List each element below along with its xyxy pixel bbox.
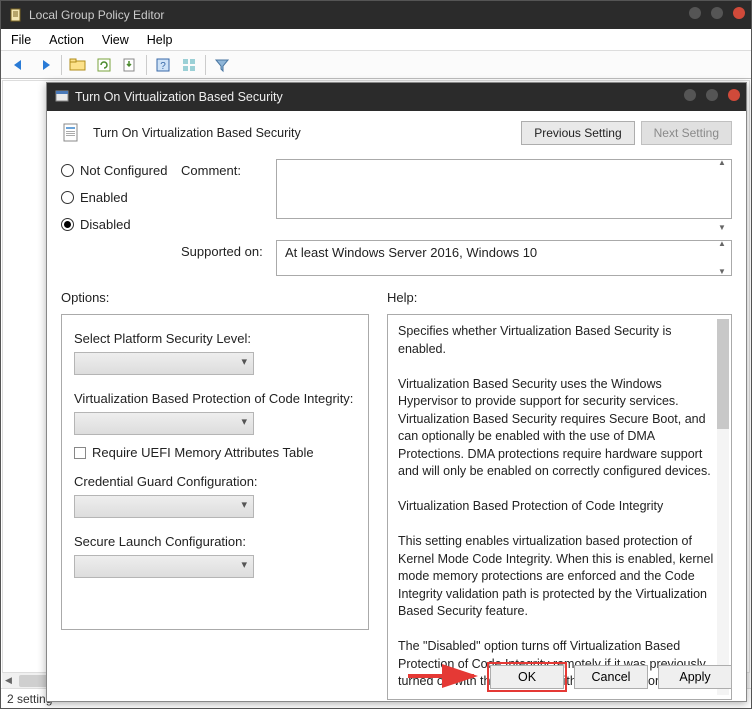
option-vbprot-label: Virtualization Based Protection of Code … xyxy=(74,391,356,406)
option-credguard-select[interactable] xyxy=(74,495,254,518)
option-vbprot-select[interactable] xyxy=(74,412,254,435)
radio-label: Enabled xyxy=(80,190,128,205)
maximize-button[interactable] xyxy=(711,7,723,19)
menu-file[interactable]: File xyxy=(11,33,31,47)
dialog-titlebar[interactable]: Turn On Virtualization Based Security xyxy=(47,83,746,111)
comment-label: Comment: xyxy=(181,159,276,232)
option-platform-level-label: Select Platform Security Level: xyxy=(74,331,356,346)
options-panel: Select Platform Security Level: Virtuali… xyxy=(61,314,369,630)
comment-textarea[interactable] xyxy=(276,159,732,219)
toolbar-filter-icon[interactable] xyxy=(210,54,234,76)
dialog-icon xyxy=(55,89,69,106)
supported-on-field: At least Windows Server 2016, Windows 10 xyxy=(276,240,732,276)
setting-icon xyxy=(61,122,83,144)
radio-icon xyxy=(61,191,74,204)
menu-help[interactable]: Help xyxy=(147,33,173,47)
radio-icon xyxy=(61,218,74,231)
annotation-arrow xyxy=(404,661,484,691)
option-secure-launch-select[interactable] xyxy=(74,555,254,578)
option-uefi-checkbox-row[interactable]: Require UEFI Memory Attributes Table xyxy=(74,445,356,460)
help-panel: Specifies whether Virtualization Based S… xyxy=(387,314,732,700)
toolbar-grid-icon[interactable] xyxy=(177,54,201,76)
supported-label: Supported on: xyxy=(181,234,276,276)
help-p3: Virtualization Based Protection of Code … xyxy=(398,498,721,516)
checkbox-icon xyxy=(74,447,86,459)
ok-button[interactable]: OK xyxy=(490,665,564,689)
radio-icon xyxy=(61,164,74,177)
radio-enabled[interactable]: Enabled xyxy=(61,190,181,205)
toolbar-export-icon[interactable] xyxy=(118,54,142,76)
menubar: File Action View Help xyxy=(1,29,751,51)
svg-text:?: ? xyxy=(160,61,166,72)
help-p1: Specifies whether Virtualization Based S… xyxy=(398,323,721,358)
help-p2: Virtualization Based Security uses the W… xyxy=(398,376,721,481)
toolbar-refresh-icon[interactable] xyxy=(92,54,116,76)
radio-not-configured[interactable]: Not Configured xyxy=(61,163,181,178)
help-p4: This setting enables virtualization base… xyxy=(398,533,721,621)
option-credguard-label: Credential Guard Configuration: xyxy=(74,474,356,489)
minimize-button[interactable] xyxy=(689,7,701,19)
dialog-maximize-button[interactable] xyxy=(706,89,718,101)
parent-titlebar[interactable]: Local Group Policy Editor xyxy=(1,1,751,29)
apply-button[interactable]: Apply xyxy=(658,665,732,689)
toolbar-help-icon[interactable]: ? xyxy=(151,54,175,76)
toolbar-folder-icon[interactable] xyxy=(66,54,90,76)
menu-action[interactable]: Action xyxy=(49,33,84,47)
radio-disabled[interactable]: Disabled xyxy=(61,217,181,232)
close-button[interactable] xyxy=(733,7,745,19)
radio-label: Disabled xyxy=(80,217,131,232)
parent-title: Local Group Policy Editor xyxy=(29,8,164,22)
menu-view[interactable]: View xyxy=(102,33,129,47)
previous-setting-button[interactable]: Previous Setting xyxy=(521,121,634,145)
supported-value: At least Windows Server 2016, Windows 10 xyxy=(285,245,537,260)
policy-setting-dialog: Turn On Virtualization Based Security Tu… xyxy=(46,82,747,702)
help-scrollbar[interactable] xyxy=(717,319,729,695)
comment-scrollbar[interactable]: ▲▼ xyxy=(718,159,730,232)
supported-scrollbar[interactable]: ▲▼ xyxy=(718,240,730,276)
setting-title: Turn On Virtualization Based Security xyxy=(93,126,511,140)
options-label: Options: xyxy=(61,290,369,306)
option-platform-level-select[interactable] xyxy=(74,352,254,375)
option-uefi-label: Require UEFI Memory Attributes Table xyxy=(92,445,314,460)
forward-button[interactable] xyxy=(33,54,57,76)
toolbar: ? xyxy=(1,51,751,79)
next-setting-button: Next Setting xyxy=(641,121,732,145)
cancel-button[interactable]: Cancel xyxy=(574,665,648,689)
app-icon xyxy=(9,8,23,22)
radio-label: Not Configured xyxy=(80,163,167,178)
dialog-minimize-button[interactable] xyxy=(684,89,696,101)
option-secure-launch-label: Secure Launch Configuration: xyxy=(74,534,356,549)
dialog-title: Turn On Virtualization Based Security xyxy=(75,90,283,104)
dialog-close-button[interactable] xyxy=(728,89,740,101)
help-label: Help: xyxy=(387,290,732,306)
back-button[interactable] xyxy=(7,54,31,76)
